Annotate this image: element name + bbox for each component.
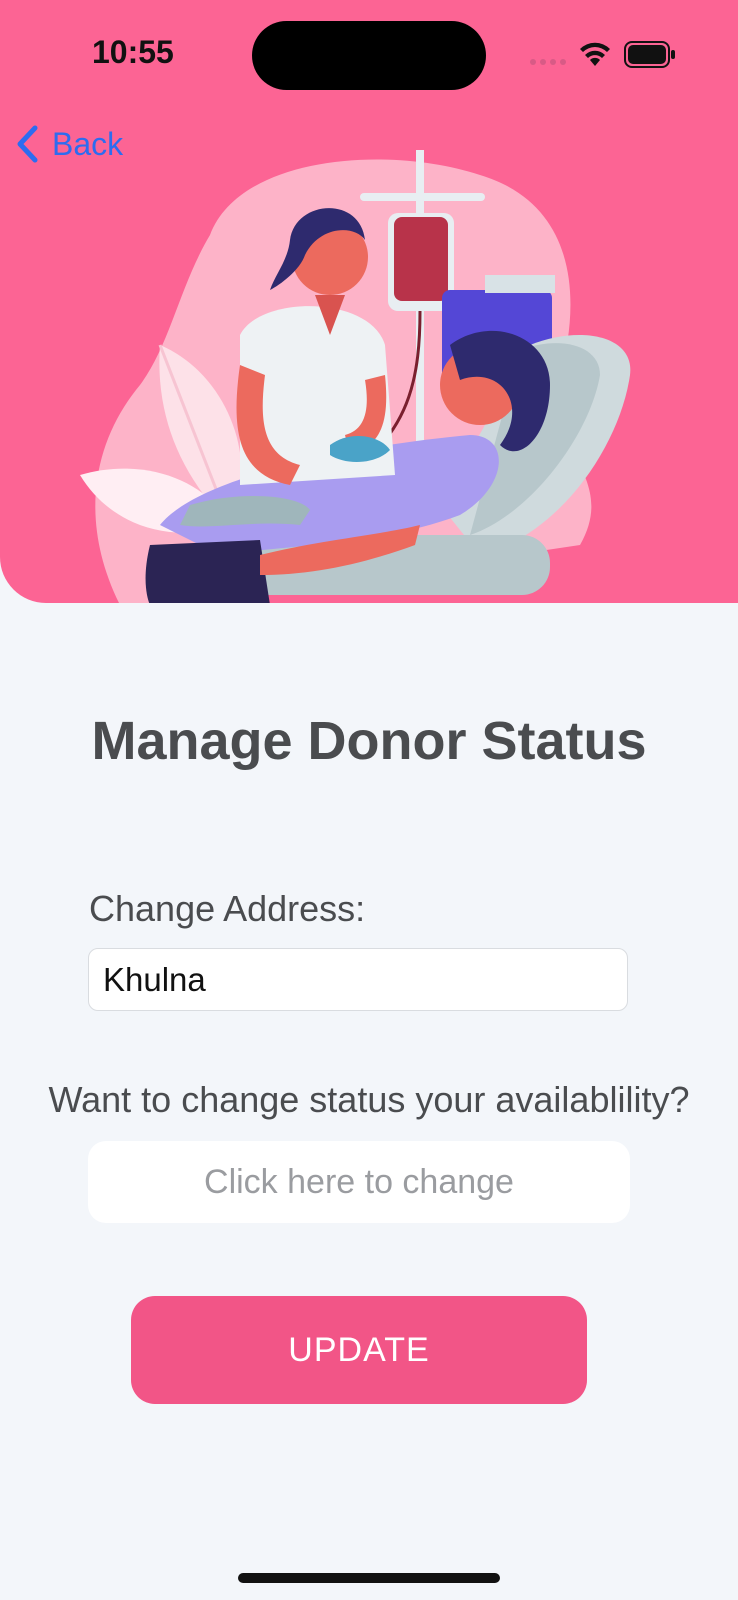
- home-indicator: [238, 1573, 500, 1583]
- update-label: UPDATE: [288, 1330, 430, 1369]
- change-availability-label: Click here to change: [204, 1162, 514, 1201]
- change-availability-button[interactable]: Click here to change: [88, 1141, 630, 1223]
- availability-question: Want to change status your availablility…: [48, 1079, 690, 1120]
- update-button[interactable]: UPDATE: [131, 1296, 587, 1404]
- dynamic-island: [252, 21, 486, 90]
- page-title: Manage Donor Status: [91, 711, 647, 771]
- wifi-icon: [580, 42, 610, 66]
- chevron-left-icon: [17, 125, 38, 163]
- hero-banner: 10:55 Back: [0, 0, 738, 603]
- blood-donation-illustration: [80, 150, 631, 603]
- status-time: 10:55: [92, 34, 174, 70]
- address-input[interactable]: [88, 948, 628, 1011]
- status-bar: 10:55: [0, 0, 738, 110]
- back-button[interactable]: Back: [16, 122, 123, 166]
- battery-icon: [624, 41, 675, 68]
- address-label: Change Address:: [89, 888, 366, 929]
- cellular-signal-icon: [530, 56, 568, 66]
- back-label: Back: [52, 125, 124, 162]
